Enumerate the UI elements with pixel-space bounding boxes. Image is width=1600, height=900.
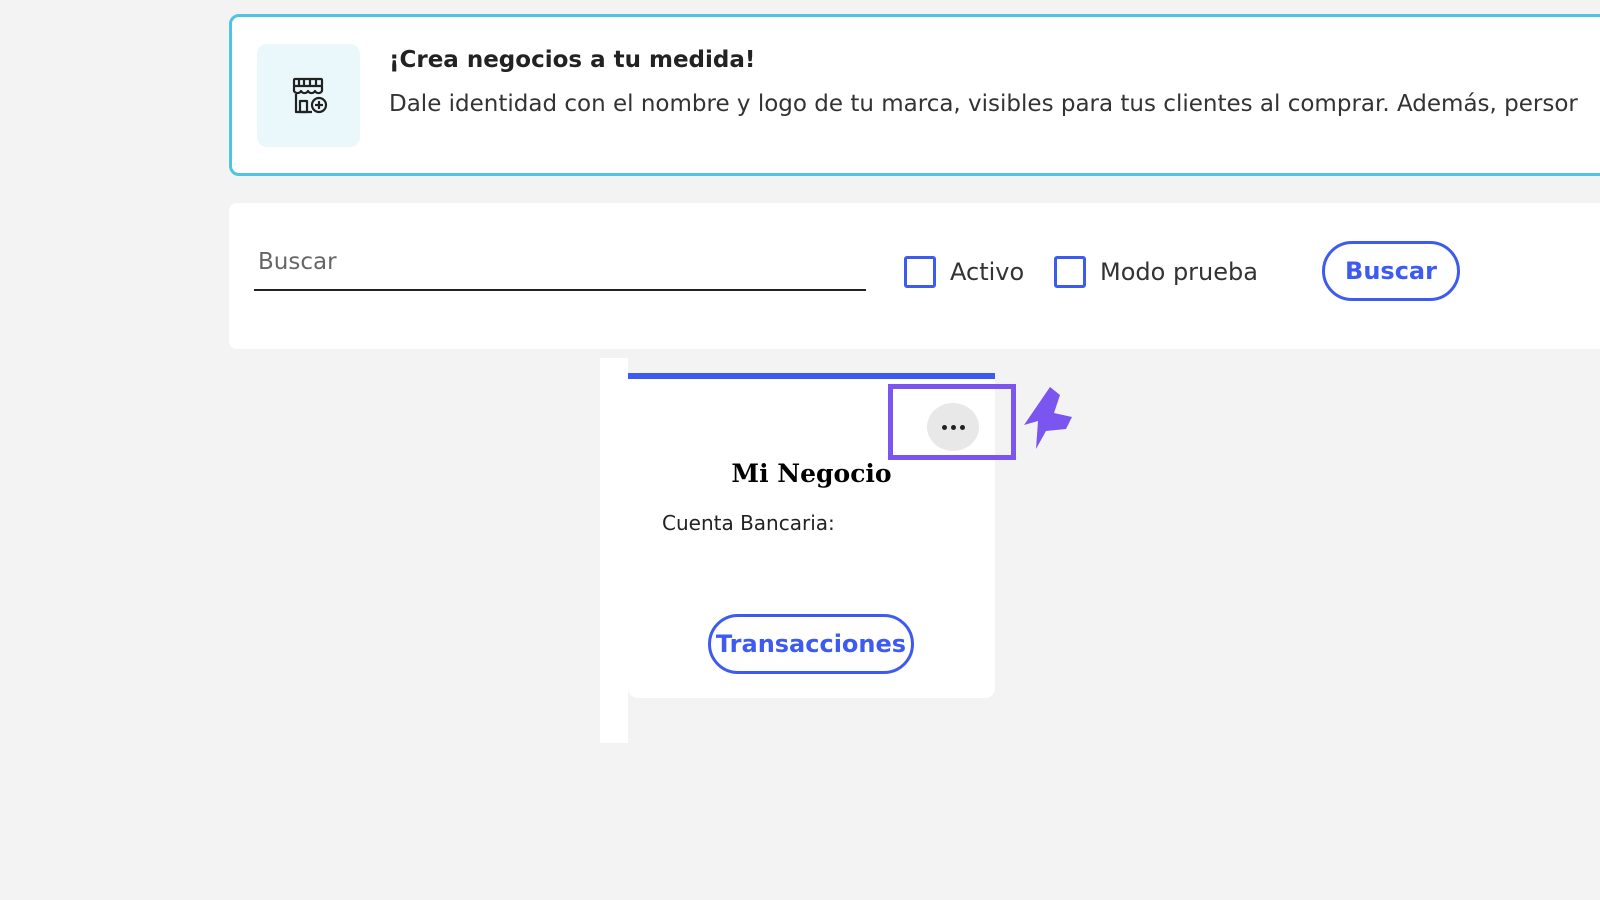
search-panel: Activo Modo prueba Buscar: [229, 203, 1600, 349]
filter-active-label: Activo: [950, 258, 1025, 286]
highlight-box: [888, 384, 1016, 460]
banner-description: Dale identidad con el nombre y logo de t…: [389, 91, 1578, 117]
divider-strip: [600, 358, 628, 743]
transactions-button[interactable]: Transacciones: [708, 614, 914, 674]
pointer-arrow-icon: [1024, 387, 1072, 449]
checkbox-box[interactable]: [1054, 256, 1086, 288]
filter-test-mode-label: Modo prueba: [1100, 258, 1258, 286]
banner-title: ¡Crea negocios a tu medida!: [389, 47, 756, 73]
search-button[interactable]: Buscar: [1322, 241, 1460, 301]
bank-account-label: Cuenta Bancaria:: [662, 511, 835, 535]
filter-active-checkbox[interactable]: Activo: [904, 256, 1024, 288]
banner-icon-container: [257, 44, 360, 147]
checkbox-box[interactable]: [904, 256, 936, 288]
business-name: Mi Negocio: [731, 459, 892, 488]
store-add-icon: [292, 77, 327, 113]
info-banner: ¡Crea negocios a tu medida! Dale identid…: [229, 14, 1600, 176]
search-input[interactable]: [254, 235, 866, 291]
filter-test-mode-checkbox[interactable]: Modo prueba: [1054, 256, 1258, 288]
